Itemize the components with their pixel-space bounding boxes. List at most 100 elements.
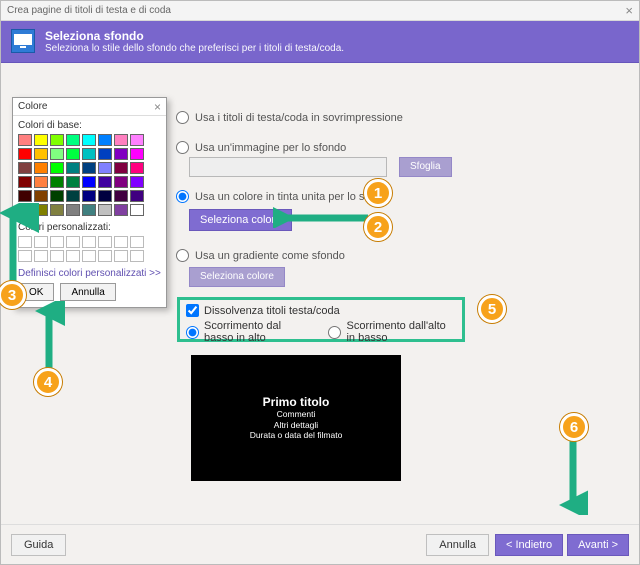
custom-color-slot[interactable] — [82, 236, 96, 248]
image-path-input[interactable] — [189, 157, 387, 177]
browse-button[interactable]: Sfoglia — [399, 157, 452, 177]
radio-gradient[interactable] — [176, 249, 189, 262]
custom-color-slot[interactable] — [98, 250, 112, 262]
label-image-bg: Usa un'immagine per lo sfondo — [195, 142, 346, 154]
color-swatch[interactable] — [82, 176, 96, 188]
help-button[interactable]: Guida — [11, 534, 66, 556]
color-swatch[interactable] — [130, 162, 144, 174]
color-swatch[interactable] — [114, 204, 128, 216]
color-swatch[interactable] — [130, 148, 144, 160]
custom-color-slot[interactable] — [18, 236, 32, 248]
monitor-icon — [11, 29, 35, 53]
color-swatch[interactable] — [50, 148, 64, 160]
color-swatch[interactable] — [34, 190, 48, 202]
color-swatch[interactable] — [50, 176, 64, 188]
define-custom-colors-link[interactable]: Definisci colori personalizzati >> — [18, 268, 161, 279]
select-gradient-color-row: Seleziona colore — [189, 267, 285, 287]
custom-color-slot[interactable] — [114, 250, 128, 262]
color-swatch[interactable] — [82, 134, 96, 146]
color-swatch[interactable] — [98, 162, 112, 174]
color-swatch[interactable] — [66, 190, 80, 202]
option-image-row: Usa un'immagine per lo sfondo — [176, 141, 346, 154]
label-gradient: Usa un gradiente come sfondo — [195, 250, 345, 262]
color-swatch[interactable] — [50, 162, 64, 174]
color-swatch[interactable] — [114, 148, 128, 160]
color-swatch[interactable] — [82, 204, 96, 216]
label-scroll-tb: Scorrimento dall'alto in basso — [346, 320, 456, 344]
custom-color-slot[interactable] — [18, 250, 32, 262]
custom-color-slot[interactable] — [66, 250, 80, 262]
color-swatch[interactable] — [98, 204, 112, 216]
color-swatch[interactable] — [18, 176, 32, 188]
color-swatch[interactable] — [98, 134, 112, 146]
dissolve-row: Dissolvenza titoli testa/coda — [186, 304, 456, 317]
color-swatch[interactable] — [18, 204, 32, 216]
color-swatch[interactable] — [66, 134, 80, 146]
color-swatch[interactable] — [34, 134, 48, 146]
color-swatch[interactable] — [130, 176, 144, 188]
header: Seleziona sfondo Seleziona lo stile dell… — [1, 21, 639, 63]
color-swatch[interactable] — [98, 190, 112, 202]
color-swatch[interactable] — [66, 204, 80, 216]
custom-color-slot[interactable] — [82, 250, 96, 262]
custom-color-slot[interactable] — [34, 236, 48, 248]
color-swatch[interactable] — [18, 134, 32, 146]
color-swatch[interactable] — [114, 190, 128, 202]
custom-color-slot[interactable] — [34, 250, 48, 262]
custom-color-slot[interactable] — [130, 250, 144, 262]
select-gradient-color-button[interactable]: Seleziona colore — [189, 267, 285, 287]
label-solid-color: Usa un colore in tinta unita per lo sfon… — [195, 191, 392, 203]
color-swatch[interactable] — [18, 148, 32, 160]
cancel-button[interactable]: Annulla — [426, 534, 489, 556]
custom-color-slot[interactable] — [114, 236, 128, 248]
color-swatch[interactable] — [66, 162, 80, 174]
color-cancel-button[interactable]: Annulla — [60, 283, 115, 301]
label-scroll-bt: Scorrimento dal basso in alto — [204, 320, 312, 344]
back-button[interactable]: < Indietro — [495, 534, 563, 556]
select-color-button[interactable]: Seleziona colore — [189, 209, 292, 231]
color-swatch[interactable] — [130, 134, 144, 146]
color-swatch[interactable] — [114, 176, 128, 188]
footer: Guida Annulla < Indietro Avanti > — [1, 524, 639, 564]
color-swatch[interactable] — [82, 148, 96, 160]
color-swatch[interactable] — [50, 204, 64, 216]
header-text: Seleziona sfondo Seleziona lo stile dell… — [45, 29, 344, 54]
color-swatch[interactable] — [50, 190, 64, 202]
custom-color-slot[interactable] — [98, 236, 112, 248]
color-swatch[interactable] — [66, 148, 80, 160]
close-icon[interactable]: × — [625, 1, 633, 21]
custom-color-slot[interactable] — [66, 236, 80, 248]
color-swatch[interactable] — [130, 204, 144, 216]
color-swatch[interactable] — [114, 134, 128, 146]
custom-color-slot[interactable] — [130, 236, 144, 248]
color-swatch[interactable] — [34, 204, 48, 216]
radio-scroll-tb[interactable] — [328, 326, 341, 339]
color-swatch[interactable] — [34, 176, 48, 188]
custom-color-slot[interactable] — [50, 250, 64, 262]
arrow-6 — [558, 435, 588, 515]
radio-image-bg[interactable] — [176, 141, 189, 154]
next-button[interactable]: Avanti > — [567, 534, 629, 556]
color-swatch[interactable] — [18, 162, 32, 174]
preview-line1: Commenti — [191, 409, 401, 420]
radio-overlay[interactable] — [176, 111, 189, 124]
radio-scroll-bt[interactable] — [186, 326, 199, 339]
color-swatch[interactable] — [82, 190, 96, 202]
color-dialog-close-icon[interactable]: × — [154, 100, 161, 114]
color-swatch[interactable] — [82, 162, 96, 174]
color-swatch[interactable] — [98, 176, 112, 188]
color-swatch[interactable] — [18, 190, 32, 202]
color-swatch[interactable] — [98, 148, 112, 160]
custom-colors-label: Colori personalizzati: — [18, 222, 161, 233]
color-swatch[interactable] — [50, 134, 64, 146]
custom-color-slot[interactable] — [50, 236, 64, 248]
radio-solid-color[interactable] — [176, 190, 189, 203]
color-swatch[interactable] — [130, 190, 144, 202]
color-swatch[interactable] — [114, 162, 128, 174]
callout-4: 4 — [34, 368, 62, 396]
content-area: Usa i titoli di testa/coda in sovrimpres… — [1, 63, 639, 533]
checkbox-dissolve[interactable] — [186, 304, 199, 317]
color-swatch[interactable] — [34, 162, 48, 174]
color-swatch[interactable] — [66, 176, 80, 188]
color-swatch[interactable] — [34, 148, 48, 160]
